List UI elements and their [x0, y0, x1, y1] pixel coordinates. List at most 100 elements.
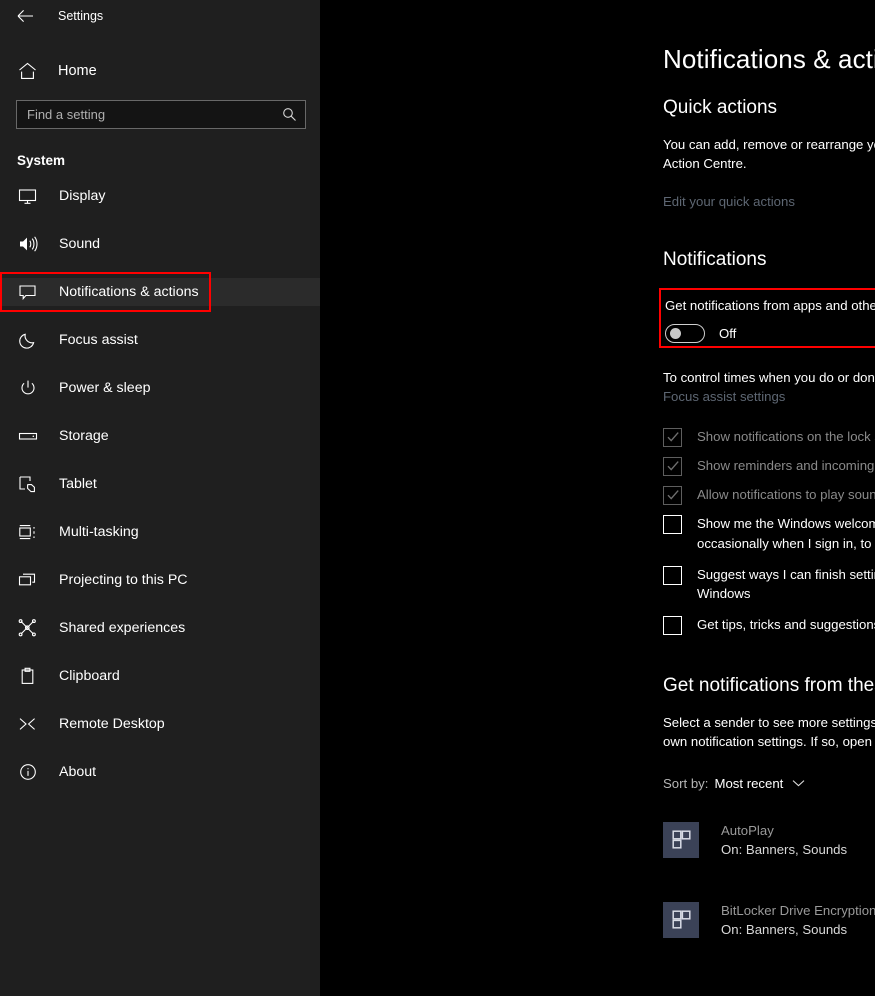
master-notifications-switch[interactable] [665, 324, 705, 344]
sidebar-item-focus-assist-label: Focus assist [59, 332, 138, 348]
checkbox-checked-icon[interactable] [663, 486, 682, 506]
windows-app-icon [663, 821, 699, 858]
checkbox-unchecked-icon[interactable] [663, 616, 682, 636]
info-circle-icon [17, 762, 38, 782]
sidebar: Settings Home System [0, 0, 320, 996]
sidebar-item-projecting-to-this-pc-label: Projecting to this PC [59, 572, 188, 588]
checkbox-checked-icon[interactable] [663, 457, 682, 477]
page-title: Notifications & actions [663, 44, 875, 74]
notification-options-list: Show notifications on the lock screen Sh… [663, 427, 875, 636]
sidebar-item-shared-experiences[interactable]: Shared experiences [0, 614, 320, 642]
app-status: On: Banners, Sounds [721, 841, 848, 857]
drive-icon [17, 426, 38, 446]
sidebar-item-sound-label: Sound [59, 236, 101, 252]
sidebar-item-sound[interactable]: Sound [0, 230, 320, 258]
sidebar-item-about-label: About [59, 764, 97, 780]
home-icon [17, 61, 37, 81]
sidebar-category-title: System [17, 153, 66, 168]
checkbox-label: Show reminders and incoming VoIP calls o… [697, 458, 875, 474]
apps-section-heading: Get notifications from these apps [663, 675, 875, 697]
apps-section-description: Select a sender to see more settings. So… [663, 715, 875, 750]
search-input[interactable] [27, 107, 282, 122]
checkbox-row[interactable]: Show me the Windows welcome experience a… [663, 514, 875, 554]
app-status: On: Banners, Sounds [721, 921, 848, 937]
monitor-icon [17, 186, 38, 206]
sidebar-item-display[interactable]: Display [0, 182, 320, 210]
checkbox-row[interactable]: Show reminders and incoming VoIP calls o… [663, 456, 875, 477]
app-meta: AutoPlay On: Banners, Sounds [721, 823, 875, 857]
list-item[interactable]: BitLocker Drive Encryption On: Banners, … [663, 889, 875, 951]
master-toggle-state: Off [719, 326, 737, 342]
app-meta: BitLocker Drive Encryption On: Banners, … [721, 903, 875, 937]
remote-desktop-icon [17, 714, 38, 734]
sidebar-item-shared-experiences-label: Shared experiences [59, 620, 186, 636]
app-name: AutoPlay [721, 822, 774, 838]
sidebar-item-notifications-actions[interactable]: Notifications & actions [0, 272, 320, 312]
sort-by-label: Sort by: [663, 775, 709, 791]
sort-by-value: Most recent [714, 775, 784, 791]
project-screen-icon [17, 570, 38, 590]
sidebar-item-power-sleep[interactable]: Power & sleep [0, 374, 320, 402]
sidebar-item-storage[interactable]: Storage [0, 422, 320, 450]
power-icon [17, 378, 38, 398]
checkbox-unchecked-icon[interactable] [663, 565, 682, 585]
sidebar-item-clipboard-label: Clipboard [59, 668, 120, 684]
checkbox-label: Show me the Windows welcome experience a… [697, 516, 875, 551]
checkbox-label: Allow notifications to play sounds [697, 487, 875, 503]
quick-actions-heading: Quick actions [663, 97, 778, 118]
sidebar-item-remote-desktop[interactable]: Remote Desktop [0, 710, 320, 738]
checkbox-row[interactable]: Get tips, tricks and suggestions as you … [663, 615, 875, 636]
edit-quick-actions-link[interactable]: Edit your quick actions [663, 194, 795, 209]
sidebar-nav-list: Display Sound Notifications & actions Fo… [0, 182, 320, 786]
sidebar-item-home-label: Home [58, 63, 97, 79]
checkbox-row[interactable]: Suggest ways I can finish setting up my … [663, 565, 875, 605]
sort-by-dropdown[interactable]: Sort by: Most recent [663, 776, 875, 791]
speech-bubble-icon [17, 282, 38, 302]
sidebar-item-focus-assist[interactable]: Focus assist [0, 326, 320, 354]
sidebar-item-home[interactable]: Home [0, 54, 320, 88]
notifications-heading: Notifications [663, 249, 767, 271]
checkbox-checked-icon[interactable] [663, 428, 682, 448]
master-notifications-toggle-block: Get notifications from apps and other se… [659, 288, 875, 353]
sidebar-item-remote-desktop-label: Remote Desktop [59, 716, 165, 732]
quick-actions-description: You can add, remove or rearrange your qu… [663, 137, 875, 172]
search-icon[interactable] [282, 107, 297, 122]
back-arrow-icon[interactable] [14, 5, 36, 27]
tablet-hand-icon [17, 474, 38, 494]
checkbox-row[interactable]: Show notifications on the lock screen [663, 427, 875, 448]
moon-icon [17, 330, 38, 350]
sidebar-item-power-sleep-label: Power & sleep [59, 380, 151, 396]
chevron-down-icon[interactable] [792, 779, 805, 787]
main-content: Notifications & actions Quick actions Yo… [320, 0, 875, 996]
sidebar-item-clipboard[interactable]: Clipboard [0, 662, 320, 690]
app-name: BitLocker Drive Encryption [721, 902, 875, 918]
search-box[interactable] [16, 100, 306, 129]
sidebar-item-storage-label: Storage [59, 428, 109, 444]
checkbox-label: Get tips, tricks and suggestions as you … [697, 617, 875, 633]
clipboard-icon [17, 666, 38, 686]
windows-app-icon [663, 901, 699, 938]
title-bar: Settings [0, 0, 320, 32]
sidebar-item-display-label: Display [59, 188, 106, 204]
app-notification-list: AutoPlay On: Banners, Sounds On [663, 809, 875, 951]
sidebar-item-notifications-actions-label: Notifications & actions [59, 284, 199, 300]
checkbox-row[interactable]: Allow notifications to play sounds [663, 485, 875, 506]
sidebar-item-projecting-to-this-pc[interactable]: Projecting to this PC [0, 566, 320, 594]
focus-assist-hint: To control times when you do or don't ge… [663, 370, 875, 386]
app-title: Settings [58, 9, 104, 23]
sidebar-item-tablet[interactable]: Tablet [0, 470, 320, 498]
checkbox-label: Suggest ways I can finish setting up my … [697, 566, 875, 602]
sidebar-item-about[interactable]: About [0, 758, 320, 786]
checkbox-unchecked-icon[interactable] [663, 515, 682, 535]
multitask-icon [17, 522, 38, 542]
focus-assist-settings-link[interactable]: Focus assist settings [663, 389, 785, 404]
sidebar-item-multi-tasking[interactable]: Multi-tasking [0, 518, 320, 546]
switch-knob [670, 328, 681, 340]
speaker-icon [17, 234, 38, 254]
share-nodes-icon [17, 618, 38, 638]
settings-window: Settings Home System [0, 0, 875, 996]
sidebar-item-multi-tasking-label: Multi-tasking [59, 524, 139, 540]
list-item[interactable]: AutoPlay On: Banners, Sounds On [663, 809, 875, 871]
master-toggle-label: Get notifications from apps and other se… [665, 298, 875, 314]
checkbox-label: Show notifications on the lock screen [697, 429, 875, 445]
